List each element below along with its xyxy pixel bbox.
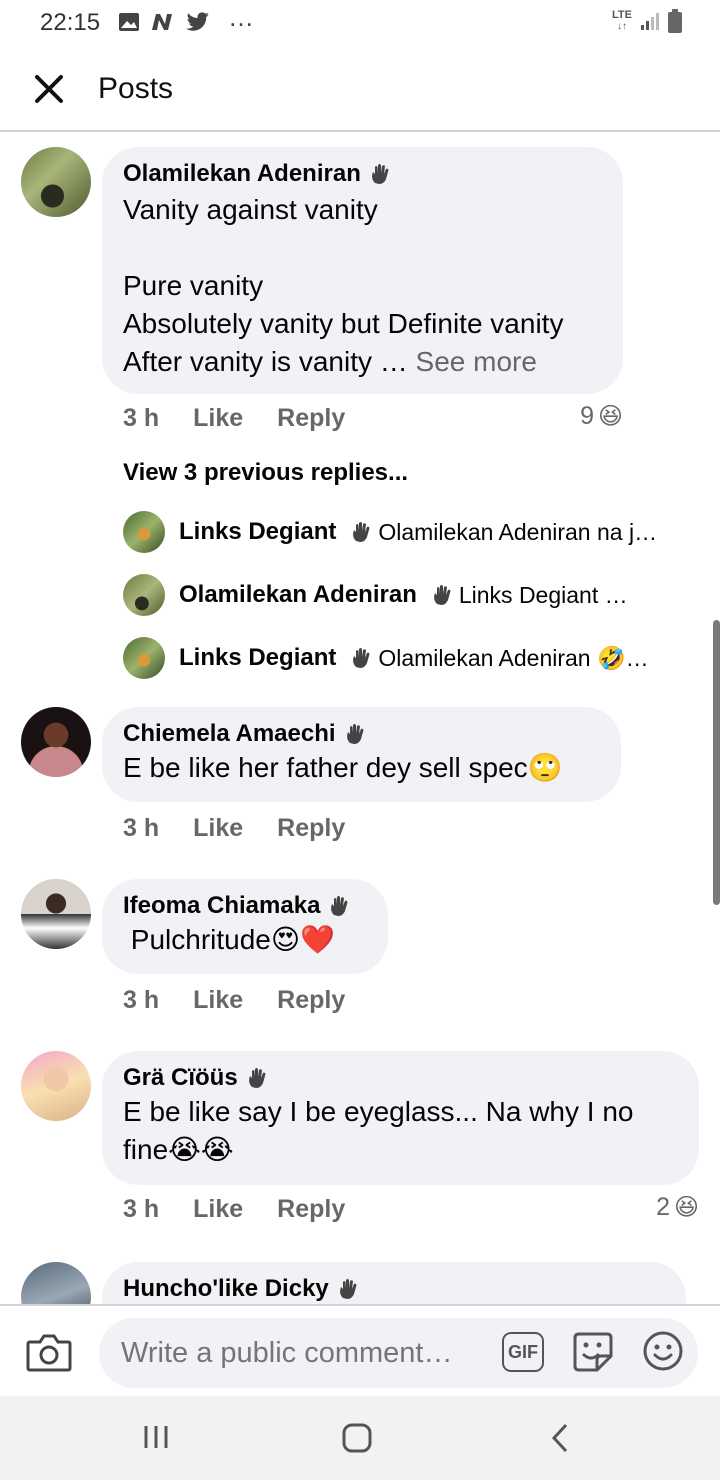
avatar[interactable] [123, 511, 165, 553]
reply-button[interactable]: Reply [277, 404, 345, 433]
like-button[interactable]: Like [193, 814, 243, 843]
reply-item[interactable]: Links Degiant Olamilekan Adeniran 🤣… [123, 636, 693, 680]
avatar[interactable] [123, 574, 165, 616]
comments-feed[interactable]: Olamilekan Adeniran Vanity against vanit… [0, 134, 720, 1304]
comment-time[interactable]: 3 h [123, 1195, 159, 1224]
reply-button[interactable]: Reply [277, 1195, 345, 1224]
close-icon [35, 75, 63, 103]
recents-icon [144, 1426, 168, 1448]
comment-text: E be like her father dey sell spec🙄 [123, 752, 563, 783]
sticker-icon [573, 1332, 613, 1372]
reply-text: Olamilekan Adeniran 🤣… [378, 644, 649, 671]
wave-icon [339, 1279, 357, 1299]
comment-bubble: Olamilekan Adeniran Vanity against vanit… [102, 147, 623, 394]
avatar[interactable] [21, 1051, 91, 1121]
gif-button[interactable]: GIF [502, 1332, 544, 1372]
avatar[interactable] [123, 637, 165, 679]
comment-author[interactable]: Grä Cïöüs [123, 1063, 238, 1093]
wave-icon [346, 724, 364, 744]
wave-icon [371, 164, 389, 184]
comment-author[interactable]: Huncho'like Dicky [123, 1274, 329, 1304]
comment-author[interactable]: Olamilekan Adeniran [123, 159, 361, 189]
comment-author[interactable]: Ifeoma Chiamaka [123, 891, 320, 921]
avatar[interactable] [21, 707, 91, 777]
twitter-icon [186, 11, 209, 31]
haha-reaction-icon: 😆 [673, 1194, 699, 1221]
n-icon [152, 13, 172, 30]
comment-text: E be like say I be eyeglass... Na why I … [123, 1096, 634, 1165]
wave-icon [331, 896, 348, 916]
reaction-number: 9 [580, 402, 594, 430]
wave-icon [353, 522, 370, 542]
avatar[interactable] [21, 879, 91, 949]
reply-author[interactable]: Links Degiant [179, 518, 336, 546]
signal-icon [641, 13, 659, 30]
comment-time[interactable]: 3 h [123, 814, 159, 843]
like-button[interactable]: Like [193, 1195, 243, 1224]
close-button[interactable] [28, 68, 70, 110]
wave-icon [248, 1068, 266, 1088]
view-previous-replies[interactable]: View 3 previous replies... [123, 459, 408, 487]
reaction-count[interactable]: 2 😆 [656, 1193, 699, 1222]
reply-author[interactable]: Links Degiant [179, 644, 336, 672]
image-icon [119, 12, 139, 31]
like-button[interactable]: Like [193, 986, 243, 1015]
comment-composer: GIF [0, 1304, 720, 1396]
reaction-count[interactable]: 9 😆 [580, 402, 623, 431]
comment-bubble: Huncho'like Dicky [102, 1262, 686, 1304]
wave-icon [353, 648, 370, 668]
comment-bubble: Chiemela Amaechi E be like her father de… [102, 707, 621, 802]
avatar[interactable] [21, 147, 91, 217]
top-bar: Posts [0, 48, 720, 132]
reply-text: Links Degiant … [458, 581, 628, 608]
back-icon [551, 1423, 568, 1453]
network-indicator: LTE ↓↑ [612, 9, 632, 33]
gif-label: GIF [508, 1341, 538, 1362]
reaction-number: 2 [656, 1193, 670, 1221]
reply-text: Olamilekan Adeniran na j… [378, 518, 658, 545]
comment-text: Pulchritude😍❤️ [123, 924, 335, 955]
comment-time[interactable]: 3 h [123, 404, 159, 433]
sticker-button[interactable] [571, 1330, 615, 1379]
reply-item[interactable]: Links Degiant Olamilekan Adeniran na j… [123, 510, 693, 554]
home-button[interactable] [341, 1422, 373, 1459]
battery-icon [668, 9, 682, 33]
comment-time[interactable]: 3 h [123, 986, 159, 1015]
reply-button[interactable]: Reply [277, 814, 345, 843]
home-icon [342, 1423, 372, 1453]
avatar[interactable] [21, 1262, 91, 1304]
status-time: 22:15 [40, 9, 101, 36]
see-more-link[interactable]: See more [416, 346, 537, 377]
emoji-button[interactable] [642, 1330, 684, 1377]
recents-button[interactable] [142, 1422, 172, 1457]
like-button[interactable]: Like [193, 404, 243, 433]
gif-icon: GIF [502, 1332, 544, 1372]
comment-author[interactable]: Chiemela Amaechi [123, 719, 336, 749]
back-button[interactable] [546, 1422, 574, 1459]
status-bar: 22:15 … LTE ↓↑ [0, 0, 720, 44]
wave-icon [433, 585, 451, 605]
page-title: Posts [98, 72, 174, 105]
camera-icon [26, 1334, 72, 1372]
reply-author[interactable]: Olamilekan Adeniran [179, 581, 417, 609]
haha-reaction-icon: 😆 [597, 403, 623, 430]
system-nav-bar [0, 1396, 720, 1480]
emoji-icon [643, 1331, 683, 1371]
camera-button[interactable] [26, 1332, 72, 1377]
comment-bubble: Ifeoma Chiamaka Pulchritude😍❤️ [102, 879, 388, 974]
comment-bubble: Grä Cïöüs E be like say I be eyeglass...… [102, 1051, 699, 1185]
scrollbar-thumb[interactable] [713, 620, 720, 905]
reply-item[interactable]: Olamilekan Adeniran Links Degiant … [123, 573, 693, 617]
reply-button[interactable]: Reply [277, 986, 345, 1015]
notification-overflow: … [228, 2, 254, 32]
